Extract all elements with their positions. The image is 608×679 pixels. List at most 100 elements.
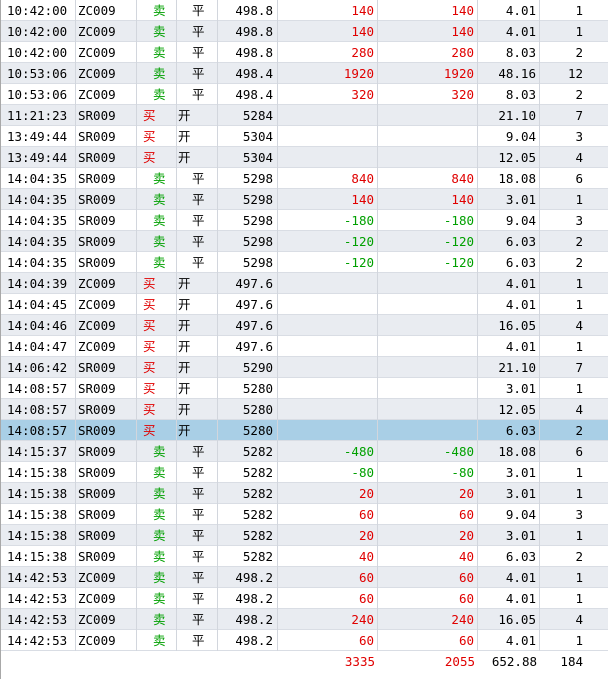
- table-row[interactable]: 14:15:38 SR009 卖 平 5282 20 20 3.01 1: [1, 482, 608, 504]
- table-row[interactable]: 14:42:53 ZC009 卖 平 498.2 60 60 4.01 1: [1, 629, 608, 651]
- fee-cell: 6.03: [478, 251, 540, 273]
- table-row[interactable]: 10:42:00 ZC009 卖 平 498.8 280 280 8.03 2: [1, 41, 608, 63]
- open-close-cell: 平: [177, 461, 218, 483]
- fee-cell: 12.05: [478, 146, 540, 168]
- code-cell: ZC009: [76, 272, 137, 294]
- table-row[interactable]: 14:04:35 SR009 卖 平 5298 -120 -120 6.03 2: [1, 230, 608, 252]
- profit-loss-cell: -180: [278, 209, 378, 231]
- time-cell: 14:15:38: [1, 503, 76, 525]
- table-row[interactable]: 14:15:37 SR009 卖 平 5282 -480 -480 18.08 …: [1, 440, 608, 462]
- profit-loss-2-cell: -120: [378, 251, 478, 273]
- table-row[interactable]: 10:42:00 ZC009 卖 平 498.8 140 140 4.01 1: [1, 20, 608, 42]
- price-cell: 498.4: [218, 62, 278, 84]
- profit-loss-2-cell: [378, 272, 478, 294]
- direction-cell: 卖: [137, 167, 177, 189]
- table-row[interactable]: 14:04:35 SR009 卖 平 5298 140 140 3.01 1: [1, 188, 608, 210]
- profit-loss-cell: 140: [278, 20, 378, 42]
- direction-cell: 卖: [137, 629, 177, 651]
- quantity-cell: 3: [575, 128, 583, 144]
- quantity-cell: 1: [575, 338, 583, 354]
- time-cell: 10:42:00: [1, 20, 76, 42]
- table-row[interactable]: 13:49:44 SR009 买 开 5304 9.04 3: [1, 125, 608, 147]
- code-cell: SR009: [76, 146, 137, 168]
- direction-cell: 卖: [137, 440, 177, 462]
- table-row[interactable]: 13:49:44 SR009 买 开 5304 12.05 4: [1, 146, 608, 168]
- table-row[interactable]: 14:04:35 SR009 卖 平 5298 -180 -180 9.04 3: [1, 209, 608, 231]
- price-cell: 5282: [218, 503, 278, 525]
- table-row[interactable]: 14:15:38 SR009 卖 平 5282 40 40 6.03 2: [1, 545, 608, 567]
- quantity-cell: 4: [575, 149, 583, 165]
- profit-loss-cell: 20: [278, 482, 378, 504]
- table-row[interactable]: 10:53:06 ZC009 卖 平 498.4 320 320 8.03 2: [1, 83, 608, 105]
- table-row[interactable]: 14:04:35 SR009 卖 平 5298 -120 -120 6.03 2: [1, 251, 608, 273]
- profit-loss-2-cell: 140: [378, 20, 478, 42]
- open-close-cell: 开: [177, 335, 218, 357]
- profit-loss-2-cell: [378, 356, 478, 378]
- total-dir-cell: [137, 651, 177, 672]
- time-cell: 14:04:35: [1, 209, 76, 231]
- direction-cell: 卖: [137, 20, 177, 42]
- profit-loss-cell: [278, 356, 378, 378]
- open-close-cell: 平: [177, 524, 218, 546]
- direction-cell: 买: [137, 293, 177, 315]
- table-row[interactable]: 14:04:35 SR009 卖 平 5298 840 840 18.08 6: [1, 167, 608, 189]
- table-row[interactable]: 14:15:38 SR009 卖 平 5282 -80 -80 3.01 1: [1, 461, 608, 483]
- table-row[interactable]: 14:15:38 SR009 卖 平 5282 60 60 9.04 3: [1, 503, 608, 525]
- profit-loss-2-cell: 40: [378, 545, 478, 567]
- direction-cell: 卖: [137, 503, 177, 525]
- time-cell: 10:42:00: [1, 0, 76, 21]
- quantity-cell: 1: [575, 296, 583, 312]
- table-row[interactable]: 10:42:00 ZC009 卖 平 498.8 140 140 4.01 1: [1, 0, 608, 21]
- table-row[interactable]: 14:42:53 ZC009 卖 平 498.2 240 240 16.05 4: [1, 608, 608, 630]
- code-cell: ZC009: [76, 293, 137, 315]
- code-cell: ZC009: [76, 20, 137, 42]
- table-row[interactable]: 14:08:57 SR009 买 开 5280 6.03 2: [1, 419, 608, 441]
- table-row[interactable]: 14:04:45 ZC009 买 开 497.6 4.01 1: [1, 293, 608, 315]
- fee-cell: 4.01: [478, 566, 540, 588]
- table-row[interactable]: 14:04:46 ZC009 买 开 497.6 16.05 4: [1, 314, 608, 336]
- table-row[interactable]: 14:04:39 ZC009 买 开 497.6 4.01 1: [1, 272, 608, 294]
- time-cell: 14:15:38: [1, 482, 76, 504]
- time-cell: 10:53:06: [1, 62, 76, 84]
- table-row[interactable]: 11:21:23 SR009 买 开 5284 21.10 7: [1, 104, 608, 126]
- table-row[interactable]: 14:08:57 SR009 买 开 5280 12.05 4: [1, 398, 608, 420]
- profit-loss-2-cell: 280: [378, 41, 478, 63]
- table-row[interactable]: 10:53:06 ZC009 卖 平 498.4 1920 1920 48.16…: [1, 62, 608, 84]
- table-row[interactable]: 14:08:57 SR009 买 开 5280 3.01 1: [1, 377, 608, 399]
- open-close-cell: 平: [177, 230, 218, 252]
- code-cell: SR009: [76, 188, 137, 210]
- code-cell: SR009: [76, 104, 137, 126]
- price-cell: 5298: [218, 251, 278, 273]
- profit-loss-2-cell: [378, 125, 478, 147]
- table-row[interactable]: 14:06:42 SR009 买 开 5290 21.10 7: [1, 356, 608, 378]
- time-cell: 14:08:57: [1, 398, 76, 420]
- price-cell: 5282: [218, 524, 278, 546]
- code-cell: ZC009: [76, 587, 137, 609]
- fee-cell: 3.01: [478, 461, 540, 483]
- direction-cell: 卖: [137, 587, 177, 609]
- table-row[interactable]: 14:42:53 ZC009 卖 平 498.2 60 60 4.01 1: [1, 587, 608, 609]
- code-cell: SR009: [76, 230, 137, 252]
- direction-cell: 买: [137, 272, 177, 294]
- table-row[interactable]: 14:04:47 ZC009 买 开 497.6 4.01 1: [1, 335, 608, 357]
- time-cell: 14:15:37: [1, 440, 76, 462]
- table-row[interactable]: 14:42:53 ZC009 卖 平 498.2 60 60 4.01 1: [1, 566, 608, 588]
- time-cell: 14:04:47: [1, 335, 76, 357]
- quantity-cell: 2: [575, 233, 583, 249]
- trade-records-grid: 10:42:00 ZC009 卖 平 498.8 140 140 4.01 1 …: [0, 0, 608, 679]
- open-close-cell: 平: [177, 41, 218, 63]
- time-cell: 14:08:57: [1, 377, 76, 399]
- price-cell: 5284: [218, 104, 278, 126]
- time-cell: 14:15:38: [1, 524, 76, 546]
- quantity-cell: 1: [575, 380, 583, 396]
- quantity-cell: 1: [575, 464, 583, 480]
- code-cell: ZC009: [76, 83, 137, 105]
- open-close-cell: 平: [177, 167, 218, 189]
- fee-cell: 3.01: [478, 377, 540, 399]
- time-cell: 14:42:53: [1, 629, 76, 651]
- table-row[interactable]: 14:15:38 SR009 卖 平 5282 20 20 3.01 1: [1, 524, 608, 546]
- quantity-cell: 1: [575, 23, 583, 39]
- direction-cell: 买: [137, 377, 177, 399]
- profit-loss-cell: [278, 125, 378, 147]
- profit-loss-cell: 20: [278, 524, 378, 546]
